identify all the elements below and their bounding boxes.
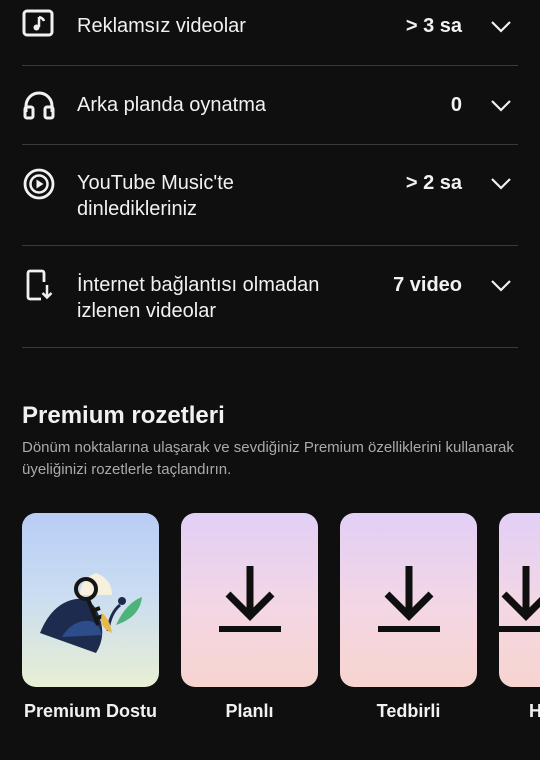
badge-tedbirli[interactable]: Tedbirli bbox=[340, 513, 477, 722]
bottom-edge bbox=[0, 752, 540, 760]
benefit-row-offline[interactable]: İnternet bağlantısı olmadan izlenen vide… bbox=[22, 246, 518, 348]
badge-name: Planlı bbox=[225, 701, 274, 721]
badge-planli[interactable]: Planlı bbox=[181, 513, 318, 722]
music-note-icon bbox=[22, 9, 54, 37]
section-title: Premium rozetleri bbox=[22, 402, 225, 429]
chevron-down-icon[interactable] bbox=[490, 99, 512, 113]
chevron-down-icon[interactable] bbox=[490, 20, 512, 34]
benefit-label: Reklamsız videolar bbox=[77, 15, 246, 37]
benefit-label: YouTube Music'te dinledikleriniz bbox=[77, 172, 234, 220]
chevron-down-icon[interactable] bbox=[490, 177, 512, 191]
chevron-down-icon[interactable] bbox=[490, 279, 512, 293]
download-icon bbox=[499, 566, 540, 632]
badge-name: H bbox=[529, 701, 540, 721]
headphones-icon bbox=[23, 91, 55, 120]
benefit-value: > 3 sa bbox=[405, 15, 462, 37]
badge-card[interactable] bbox=[499, 513, 540, 687]
download-icon bbox=[377, 566, 440, 632]
offline-download-icon bbox=[26, 269, 53, 301]
benefit-row-ad-free[interactable]: Reklamsız videolar > 3 sa bbox=[22, 0, 518, 66]
benefit-label: İnternet bağlantısı olmadan izlenen vide… bbox=[77, 274, 320, 322]
badge-card[interactable] bbox=[22, 513, 159, 687]
badge-name: Tedbirli bbox=[376, 701, 441, 721]
badge-partial[interactable]: H bbox=[499, 513, 540, 722]
key-illustration-icon bbox=[40, 573, 142, 653]
benefit-value: > 2 sa bbox=[405, 172, 462, 194]
benefit-row-youtube-music[interactable]: YouTube Music'te dinledikleriniz > 2 sa bbox=[22, 145, 518, 246]
benefit-label: Arka planda oynatma bbox=[77, 94, 267, 116]
badge-card[interactable] bbox=[181, 513, 318, 687]
download-icon bbox=[218, 566, 281, 632]
youtube-music-icon bbox=[23, 168, 55, 200]
badge-premium-dostu[interactable]: Premium Dostu bbox=[22, 513, 159, 722]
badge-card[interactable] bbox=[340, 513, 477, 687]
benefit-row-background-play[interactable]: Arka planda oynatma 0 bbox=[22, 66, 518, 145]
benefit-value: 7 video bbox=[393, 274, 462, 296]
section-description: Dönüm noktalarına ulaşarak ve sevdiğiniz… bbox=[22, 439, 514, 478]
benefit-value: 0 bbox=[450, 94, 462, 116]
badge-name: Premium Dostu bbox=[23, 701, 158, 721]
